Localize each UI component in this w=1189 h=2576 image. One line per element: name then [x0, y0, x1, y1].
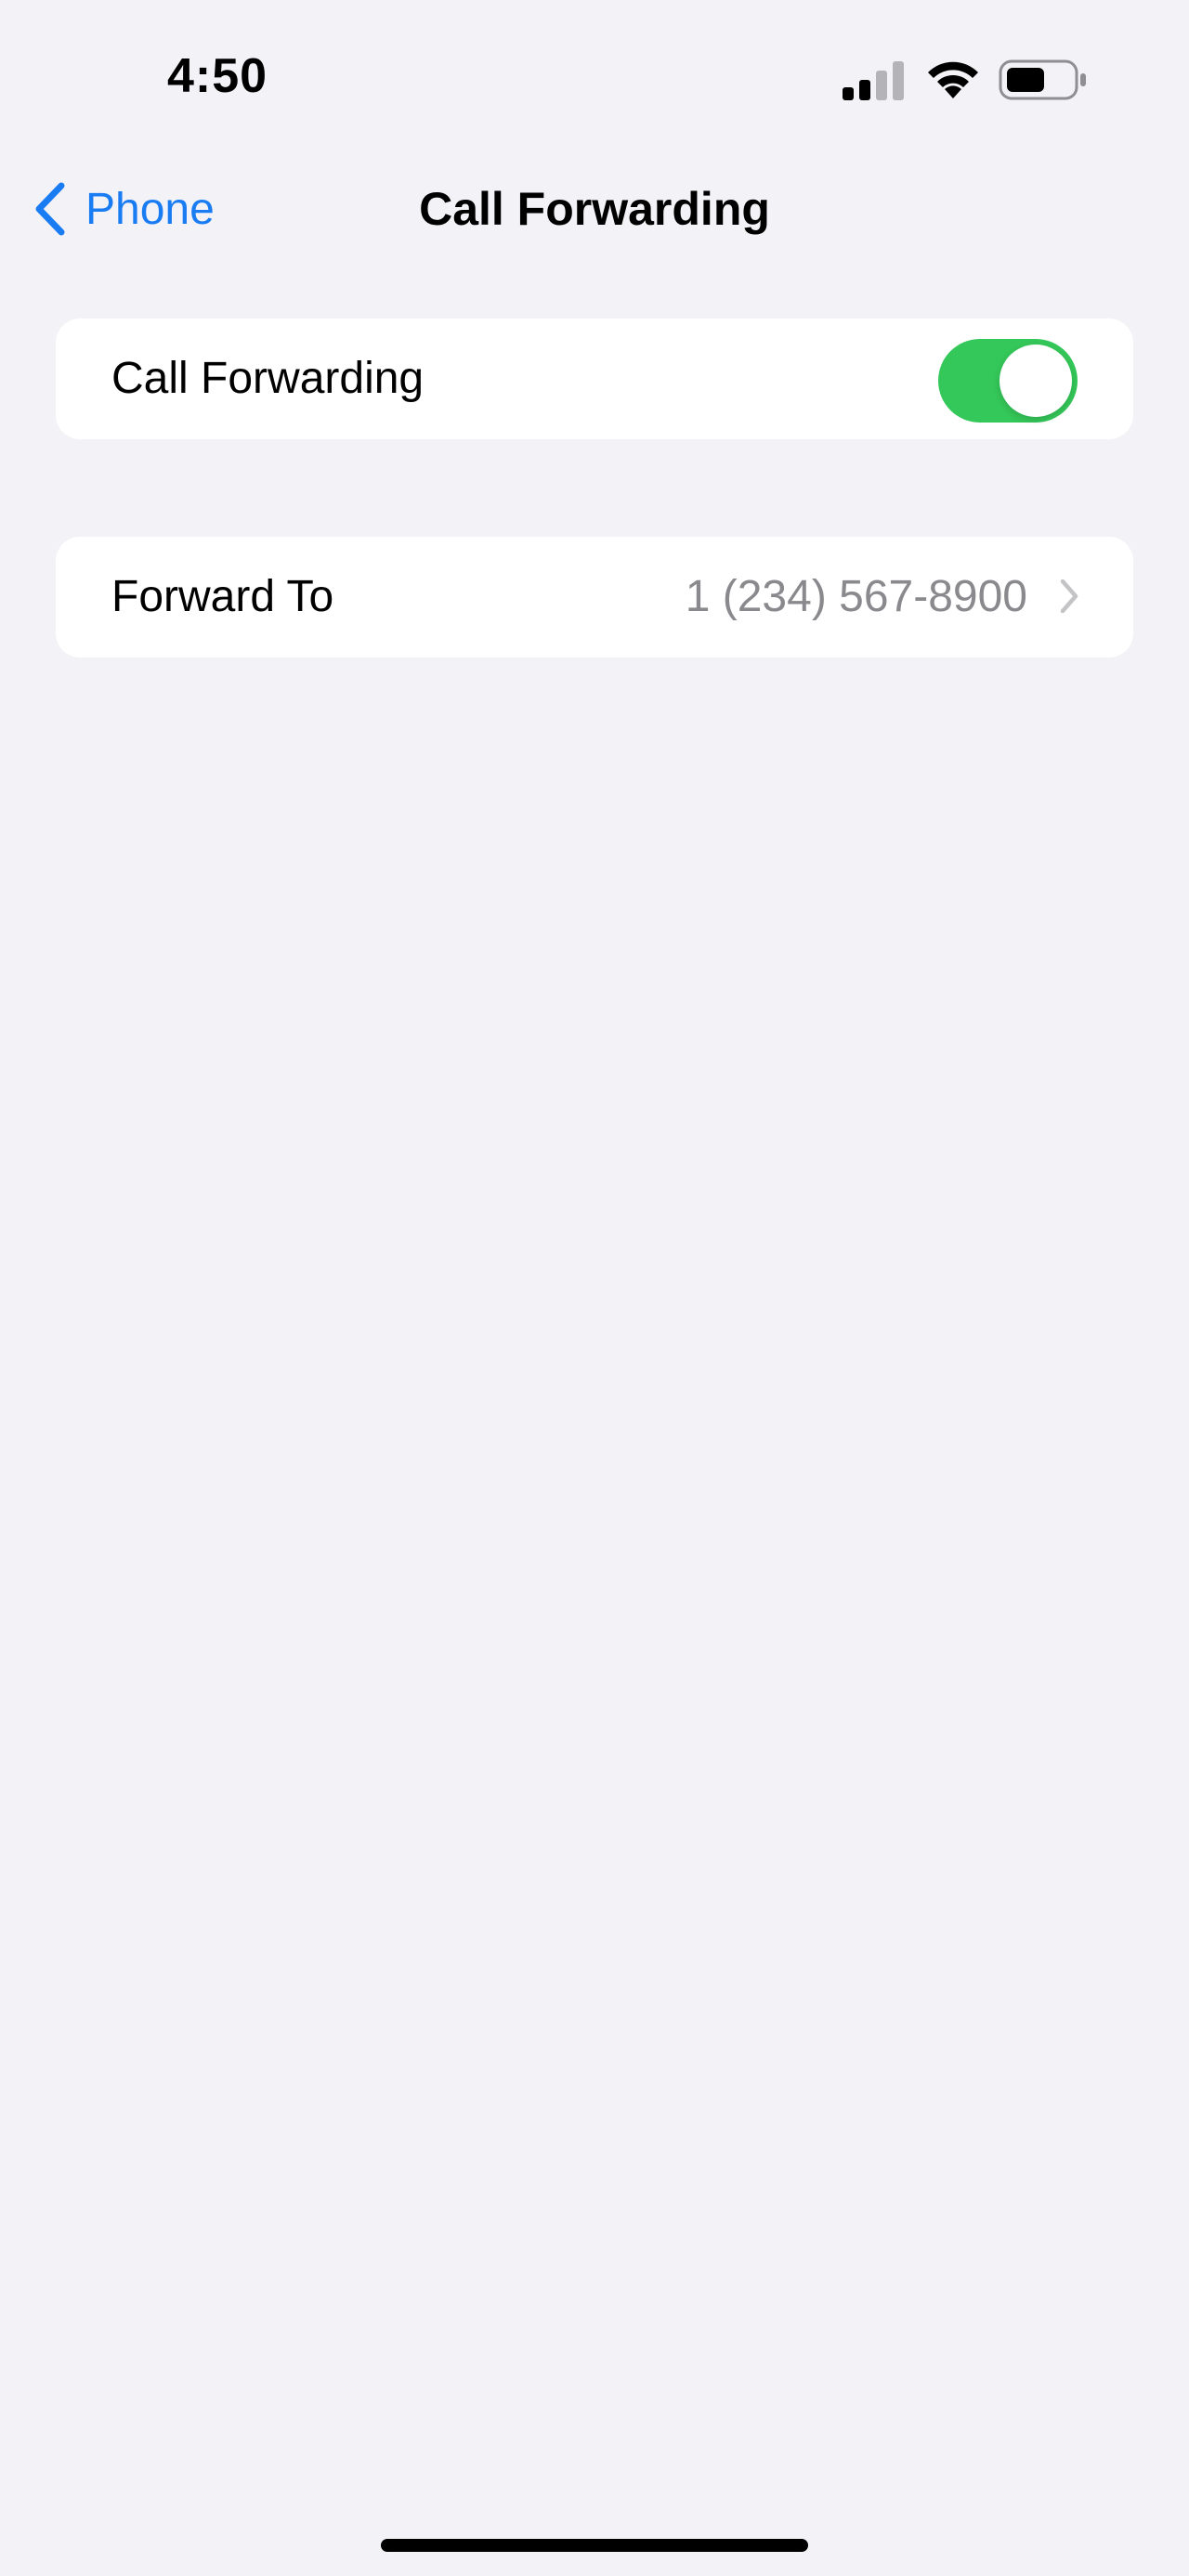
- navigation-bar: Phone Call Forwarding: [0, 158, 1189, 260]
- forward-to-number: 1 (234) 567-8900: [685, 572, 1027, 621]
- status-time: 4:50: [167, 49, 268, 103]
- page-title: Call Forwarding: [419, 183, 770, 235]
- status-bar: 4:50: [0, 0, 1189, 158]
- battery-icon: [999, 59, 1086, 100]
- call-forwarding-label: Call Forwarding: [111, 354, 425, 403]
- forward-to-row[interactable]: Forward To 1 (234) 567-8900: [56, 537, 1133, 657]
- forward-to-label: Forward To: [111, 572, 334, 621]
- forward-to-group: Forward To 1 (234) 567-8900: [56, 537, 1133, 657]
- chevron-right-icon: [1060, 579, 1078, 614]
- toggle-knob: [1000, 345, 1072, 417]
- cellular-signal-icon: [843, 61, 904, 100]
- call-forwarding-row: Call Forwarding: [56, 319, 1133, 439]
- call-forwarding-group: Call Forwarding: [56, 319, 1133, 439]
- call-forwarding-toggle[interactable]: [938, 339, 1078, 423]
- wifi-icon: [928, 61, 978, 98]
- home-indicator[interactable]: [381, 2539, 808, 2552]
- status-icons: [841, 56, 1091, 102]
